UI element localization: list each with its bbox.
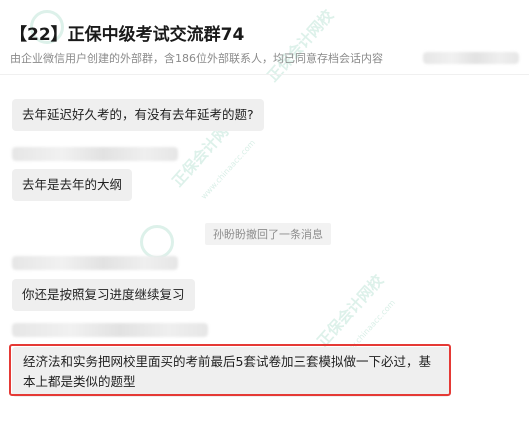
- header-divider: [0, 74, 529, 75]
- message-bubble[interactable]: 去年延迟好久考的，有没有去年延考的题?: [12, 99, 264, 131]
- blurred-sender-name: [12, 256, 178, 270]
- group-title: 【22】正保中级考试交流群74: [10, 25, 245, 45]
- blurred-sender-name: [12, 323, 208, 337]
- message-bubble[interactable]: 去年是去年的大纲: [12, 169, 133, 201]
- recall-notice: 孙盼盼撤回了一条消息: [205, 223, 331, 245]
- group-subtitle: 由企业微信用户创建的外部群，含186位外部联系人，均已同意存档会话内容: [10, 52, 383, 65]
- blurred-info: [423, 52, 519, 64]
- message-bubble[interactable]: 你还是按照复习进度继续复习: [12, 279, 195, 311]
- highlight-box: [9, 344, 451, 396]
- blurred-sender-name: [12, 147, 178, 161]
- chat-header: 【22】正保中级考试交流群74 由企业微信用户创建的外部群，含186位外部联系人…: [0, 0, 529, 74]
- watermark-text: 正保会计网校: [313, 271, 388, 351]
